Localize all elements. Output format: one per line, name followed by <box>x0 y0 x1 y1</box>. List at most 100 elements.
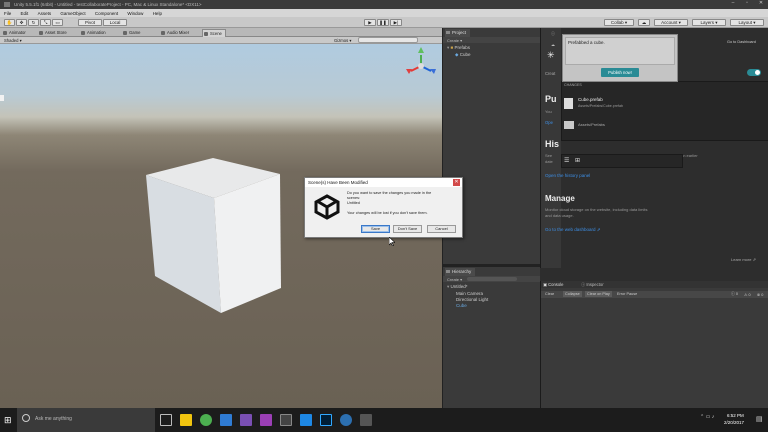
skype-icon[interactable] <box>300 414 312 426</box>
menu-assets[interactable]: Assets <box>34 9 56 16</box>
console-clear-button[interactable]: Clear <box>545 292 554 296</box>
publish-now-button[interactable]: Publish now! <box>601 68 639 77</box>
chrome-icon[interactable] <box>200 414 212 426</box>
tab-asset-store[interactable]: Asset Store <box>38 29 70 37</box>
photoshop-icon[interactable] <box>320 414 332 426</box>
visual-studio-icon[interactable] <box>240 414 252 426</box>
web-dashboard-link[interactable]: Go to the web dashboard ⇗ <box>545 227 601 233</box>
hierarchy-item[interactable]: Main Camera <box>456 291 483 296</box>
console-error-pause-toggle[interactable]: Error Pause <box>617 292 637 296</box>
gizmos-dropdown[interactable]: Gizmos ▾ <box>334 38 351 43</box>
tab-animation[interactable]: Animation <box>80 29 109 37</box>
menu-bar: File Edit Assets GameObject Component Wi… <box>0 9 768 17</box>
hierarchy-item[interactable]: Cube <box>456 303 467 308</box>
menu-window[interactable]: Window <box>123 9 147 16</box>
console-warning-count[interactable]: ⚠ 0 <box>744 292 751 297</box>
account-dropdown[interactable]: Account ▾ <box>654 19 688 26</box>
file-explorer-icon[interactable] <box>180 414 192 426</box>
manage-text-2: and data usage. <box>545 213 574 218</box>
save-button[interactable]: Save <box>361 225 390 233</box>
project-item-cube[interactable]: ◆ Cube <box>455 52 471 58</box>
cloud-icon[interactable]: ☁ <box>638 19 650 26</box>
menu-file[interactable]: File <box>0 9 15 16</box>
tab-audio-mixer[interactable]: Audio Mixer <box>160 29 192 37</box>
history-suffix-2: date <box>545 159 553 164</box>
grid-icon[interactable]: ⊞ <box>575 157 580 164</box>
dont-save-button[interactable]: Don't Save <box>393 225 422 233</box>
scale-tool-icon[interactable]: ⤡ <box>40 19 51 26</box>
menu-component[interactable]: Component <box>91 9 122 16</box>
unity-icon[interactable] <box>280 414 292 426</box>
console-error-count-value: 0 <box>761 293 764 297</box>
rect-tool-icon[interactable]: ▭ <box>52 19 63 26</box>
learn-more-label: Learn more <box>731 257 752 262</box>
tab-game[interactable]: Game <box>122 29 143 37</box>
pause-icon[interactable]: ❚❚ <box>377 19 389 26</box>
publish-open-link[interactable]: Ope <box>545 120 553 125</box>
app-icon[interactable] <box>360 414 372 426</box>
edge-icon[interactable] <box>220 414 232 426</box>
project-item-label: Cube <box>459 52 471 57</box>
layers-label: Layers <box>700 20 714 25</box>
rotate-tool-icon[interactable]: ↻ <box>28 19 39 26</box>
windows-start-icon[interactable]: ⊞ <box>4 415 12 426</box>
clock-date[interactable]: 2/20/2017 <box>724 420 744 425</box>
minimize-icon[interactable]: – <box>726 0 740 9</box>
menu-edit[interactable]: Edit <box>17 9 33 16</box>
close-window-icon[interactable]: ✕ <box>754 0 768 9</box>
cortana-search-box[interactable]: Ask me anything <box>17 408 155 432</box>
hierarchy-create-dropdown[interactable]: Create ▾ <box>447 277 462 282</box>
notifications-icon[interactable]: ▤ <box>756 415 763 423</box>
dialog-close-icon[interactable]: ✕ <box>453 179 460 186</box>
cancel-button[interactable]: Cancel <box>427 225 456 233</box>
game-icon <box>123 31 127 35</box>
tab-hierarchy[interactable]: Hierarchy <box>445 268 476 276</box>
console-error-count[interactable]: ⊗ 0 <box>757 292 763 297</box>
project-create-dropdown[interactable]: Create ▾ <box>447 38 462 43</box>
menu-help[interactable]: Help <box>149 9 166 16</box>
tab-scene[interactable]: Scene <box>202 29 226 37</box>
shading-mode-dropdown[interactable]: Shaded ▾ <box>4 38 22 43</box>
change-name[interactable]: Cube.prefab <box>578 97 603 102</box>
tab-animator[interactable]: Animator <box>2 29 29 37</box>
layers-dropdown[interactable]: Layers ▾ <box>692 19 726 26</box>
tab-console[interactable]: ▣ Console <box>543 282 564 287</box>
hierarchy-item[interactable]: Directional Light <box>456 297 488 302</box>
browser-icon[interactable] <box>340 414 352 426</box>
task-view-icon[interactable] <box>160 414 172 426</box>
collab-dropdown[interactable]: Collab ▾ <box>604 19 634 26</box>
console-clear-on-play-toggle[interactable]: Clear on Play <box>585 291 612 297</box>
local-toggle[interactable]: Local <box>103 19 127 26</box>
tab-project[interactable]: Project <box>445 29 471 37</box>
hierarchy-create-label: Create <box>447 277 460 282</box>
play-icon[interactable]: ▶ <box>364 19 376 26</box>
panel-divider <box>540 268 768 281</box>
console-collapse-toggle[interactable]: Collapse <box>563 291 582 297</box>
hierarchy-search-input[interactable] <box>467 277 518 281</box>
history-panel-link[interactable]: Open the history panel <box>545 173 590 178</box>
commit-message-field[interactable]: Prefabbed a cube. <box>565 37 675 65</box>
shading-mode-label: Shaded <box>4 38 19 43</box>
hand-tool-icon[interactable]: ✋ <box>4 19 15 26</box>
tab-inspector[interactable]: ⓘ Inspector <box>581 282 604 288</box>
onenote-icon[interactable] <box>260 414 272 426</box>
hierarchy-scene-untitled[interactable]: ▾ Untitled* <box>447 284 468 290</box>
collab-enable-toggle[interactable] <box>747 69 761 76</box>
list-icon[interactable]: ☰ <box>564 157 569 164</box>
scene-orientation-gizmo[interactable] <box>406 47 436 74</box>
console-info-count[interactable]: ⓘ 0 <box>731 292 738 297</box>
project-folder-prefabs[interactable]: ▾ ■ Prefabs <box>447 45 470 51</box>
move-tool-icon[interactable]: ✥ <box>16 19 27 26</box>
system-tray-icons[interactable]: ⌃ ▭ ♪ <box>700 414 714 420</box>
clock-time[interactable]: 6:52 PM <box>727 413 744 418</box>
layout-dropdown[interactable]: Layout ▾ <box>730 19 764 26</box>
maximize-icon[interactable]: ▫ <box>740 0 754 9</box>
step-icon[interactable]: ▶| <box>390 19 402 26</box>
scene-search-input[interactable] <box>358 37 418 43</box>
pivot-toggle[interactable]: Pivot <box>78 19 102 26</box>
change-path: Assets/Prefabs <box>578 122 605 127</box>
collab-services-icon[interactable]: ✳ <box>547 50 555 61</box>
menu-gameobject[interactable]: GameObject <box>56 9 89 16</box>
go-to-dashboard-link[interactable]: Go to Dashboard <box>727 40 756 44</box>
learn-more-link[interactable]: Learn more ⇗ <box>731 257 756 262</box>
